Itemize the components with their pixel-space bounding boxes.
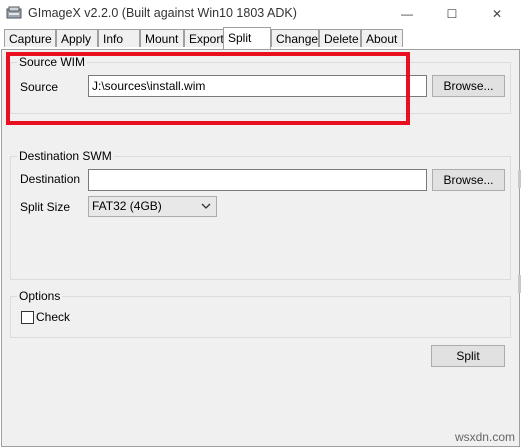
minimize-button[interactable]: — xyxy=(384,0,430,27)
maximize-icon: ☐ xyxy=(446,6,458,21)
maximize-button[interactable]: ☐ xyxy=(429,0,475,27)
app-icon xyxy=(6,6,22,19)
tab-change[interactable]: Change xyxy=(271,29,319,47)
destination-input[interactable] xyxy=(88,169,427,191)
destination-swm-legend: Destination SWM xyxy=(17,149,114,163)
options-group: Options Check xyxy=(10,289,511,338)
title-bar: GImageX v2.2.0 (Built against Win10 1803… xyxy=(0,0,521,27)
split-size-value: FAT32 (4GB) xyxy=(92,199,162,213)
tab-mount[interactable]: Mount xyxy=(140,29,184,47)
source-wim-group: Source WIM Source J:\sources\install.wim… xyxy=(10,55,511,114)
source-browse-button[interactable]: Browse... xyxy=(432,75,505,97)
source-input[interactable]: J:\sources\install.wim xyxy=(88,75,427,97)
chevron-down-icon xyxy=(201,203,211,209)
split-size-label: Split Size xyxy=(20,200,71,214)
window-title: GImageX v2.2.0 (Built against Win10 1803… xyxy=(28,6,297,20)
tab-split[interactable]: Split xyxy=(223,27,271,49)
split-button[interactable]: Split xyxy=(431,345,505,367)
tab-apply[interactable]: Apply xyxy=(56,29,98,47)
check-checkbox[interactable] xyxy=(21,311,34,324)
tab-delete[interactable]: Delete xyxy=(319,29,361,47)
watermark-text: wsxdn.com xyxy=(454,430,515,444)
tab-info[interactable]: Info xyxy=(98,29,140,47)
source-wim-legend: Source WIM xyxy=(17,55,88,69)
close-icon: ✕ xyxy=(491,6,503,21)
tab-export[interactable]: Export xyxy=(184,29,224,47)
destination-swm-group: Destination SWM Destination Browse... Sp… xyxy=(10,149,511,280)
split-panel: Source WIM Source J:\sources\install.wim… xyxy=(1,49,520,447)
destination-label: Destination xyxy=(20,172,81,186)
close-button[interactable]: ✕ xyxy=(474,0,520,27)
tab-strip: Capture Apply Info Mount Export Split Ch… xyxy=(2,27,519,49)
source-label: Source xyxy=(20,80,59,94)
split-size-select[interactable]: FAT32 (4GB) xyxy=(88,196,217,217)
tab-capture[interactable]: Capture xyxy=(4,29,56,47)
options-legend: Options xyxy=(17,289,63,303)
minimize-icon: — xyxy=(401,6,413,21)
destination-browse-button[interactable]: Browse... xyxy=(432,169,505,191)
check-label: Check xyxy=(36,310,71,324)
tab-about[interactable]: About xyxy=(361,29,403,47)
